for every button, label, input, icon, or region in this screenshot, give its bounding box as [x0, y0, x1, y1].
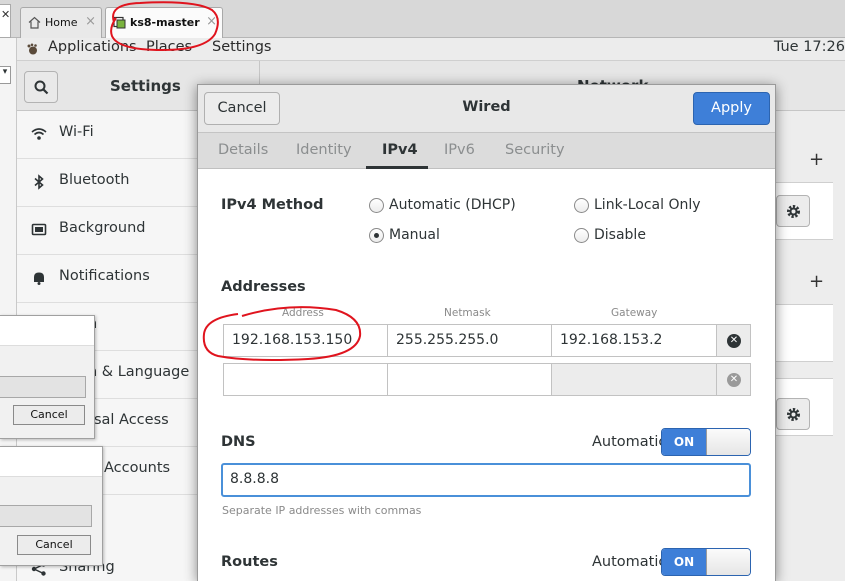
gnome-top-bar: Applications Places Settings Tue 17:26: [17, 38, 845, 61]
vm-icon: [113, 16, 126, 29]
tab-home[interactable]: Home ×: [20, 7, 102, 38]
wired-settings-button[interactable]: [776, 195, 810, 227]
dns-automatic-switch[interactable]: ON: [661, 428, 751, 456]
proxy-settings-button[interactable]: [776, 398, 810, 430]
gnome-foot-icon: [27, 43, 37, 55]
gateway-field-empty[interactable]: [551, 363, 717, 396]
add-vpn-icon[interactable]: +: [809, 271, 824, 292]
switch-knob: [706, 429, 750, 455]
radio-link-local-only-label: Link-Local Only: [594, 197, 701, 213]
vpn-card: [775, 304, 833, 362]
sidebar-item-label: Accounts: [104, 460, 171, 476]
ipv4-page: IPv4 Method Automatic (DHCP) Link-Local …: [198, 169, 775, 581]
tab-ipv6[interactable]: IPv6: [444, 142, 475, 158]
cancel-button[interactable]: Cancel: [17, 535, 91, 555]
sidebar-item-label: rsal Access: [88, 412, 169, 428]
places-menu[interactable]: Places: [146, 39, 192, 55]
radio-automatic-dhcp-label: Automatic (DHCP): [389, 197, 516, 213]
delete-address-button[interactable]: ✕: [716, 324, 751, 357]
address-field-empty[interactable]: [223, 363, 388, 396]
radio-disable-label: Disable: [594, 227, 646, 243]
dns-label: DNS: [221, 434, 256, 450]
background-icon: [31, 223, 47, 236]
bluetooth-icon: [34, 174, 44, 190]
sidebar-item-label: Bluetooth: [59, 172, 130, 188]
switch-knob: [706, 549, 750, 575]
dialog-tabs: Details Identity IPv4 IPv6 Security: [198, 133, 775, 169]
tab-home-label: Home: [45, 16, 78, 29]
partial-dialog-field[interactable]: [0, 505, 92, 527]
partial-dialog-titlebar: [0, 447, 102, 477]
radio-manual[interactable]: [369, 228, 384, 243]
partial-dialog-titlebar: [0, 316, 94, 346]
partial-dialog-2: Cancel: [0, 446, 103, 566]
search-button[interactable]: [24, 71, 58, 103]
search-icon: [34, 80, 49, 95]
tab-identity[interactable]: Identity: [296, 142, 352, 158]
dns-input[interactable]: 8.8.8.8: [221, 463, 751, 497]
tab-security[interactable]: Security: [505, 142, 565, 158]
column-netmask: Netmask: [444, 307, 491, 319]
switch-on-label: ON: [662, 429, 706, 455]
close-icon[interactable]: ×: [206, 14, 217, 29]
sidebar-item-label: n & Language: [88, 364, 190, 380]
address-field[interactable]: 192.168.153.150: [223, 324, 388, 357]
radio-automatic-dhcp[interactable]: [369, 198, 384, 213]
sidebar-item-label: Notifications: [59, 268, 150, 284]
gear-icon: [787, 408, 800, 421]
applications-menu[interactable]: Applications: [48, 39, 137, 55]
tab-ks8-master[interactable]: ks8-master ×: [105, 7, 223, 38]
close-icon[interactable]: ×: [85, 14, 96, 29]
home-icon: [28, 16, 41, 29]
column-address: Address: [282, 307, 324, 319]
tab-ipv4[interactable]: IPv4: [382, 142, 418, 158]
sidebar-item-label: Background: [59, 220, 146, 236]
cancel-button[interactable]: Cancel: [13, 405, 85, 425]
addresses-label: Addresses: [221, 279, 306, 295]
remove-icon: ✕: [727, 334, 741, 348]
dialog-header: Cancel Wired Apply: [198, 85, 775, 133]
vm-tab-strip: ✕ Home × ks8-master ×: [0, 0, 845, 38]
apply-button[interactable]: Apply: [693, 92, 770, 125]
radio-disable[interactable]: [574, 228, 589, 243]
radio-manual-label: Manual: [389, 227, 440, 243]
wired-dialog: Cancel Wired Apply Details Identity IPv4…: [197, 84, 776, 581]
tab-details[interactable]: Details: [218, 142, 268, 158]
ipv4-method-label: IPv4 Method: [221, 197, 324, 213]
netmask-field[interactable]: 255.255.255.0: [387, 324, 552, 357]
column-gateway: Gateway: [611, 307, 658, 319]
tab-ks8-master-label: ks8-master: [130, 16, 200, 29]
clock[interactable]: Tue 17:26: [774, 39, 845, 55]
dialog-title: Wired: [462, 99, 511, 115]
sidebar-item-label: Wi-Fi: [59, 124, 94, 140]
gateway-field[interactable]: 192.168.153.2: [551, 324, 717, 357]
partial-dialog-field[interactable]: [0, 376, 86, 398]
bell-icon: [34, 272, 44, 285]
chevron-down-icon[interactable]: ▾: [0, 66, 11, 84]
dns-hint: Separate IP addresses with commas: [222, 504, 422, 517]
delete-address-button-empty[interactable]: ✕: [716, 363, 751, 396]
gear-icon: [787, 205, 800, 218]
routes-label: Routes: [221, 554, 278, 570]
close-icon[interactable]: ✕: [1, 8, 10, 21]
side-panel-close[interactable]: ✕: [0, 4, 11, 38]
netmask-field-empty[interactable]: [387, 363, 552, 396]
settings-menu[interactable]: Settings: [212, 39, 271, 55]
routes-automatic-label: Automatic: [592, 554, 667, 570]
wifi-icon: [31, 128, 47, 140]
radio-link-local-only[interactable]: [574, 198, 589, 213]
add-connection-icon[interactable]: +: [809, 149, 824, 170]
dns-automatic-label: Automatic: [592, 434, 667, 450]
switch-on-label: ON: [662, 549, 706, 575]
remove-icon: ✕: [727, 373, 741, 387]
routes-automatic-switch[interactable]: ON: [661, 548, 751, 576]
partial-dialog-1: Cancel: [0, 315, 95, 439]
settings-title: Settings: [110, 77, 181, 95]
